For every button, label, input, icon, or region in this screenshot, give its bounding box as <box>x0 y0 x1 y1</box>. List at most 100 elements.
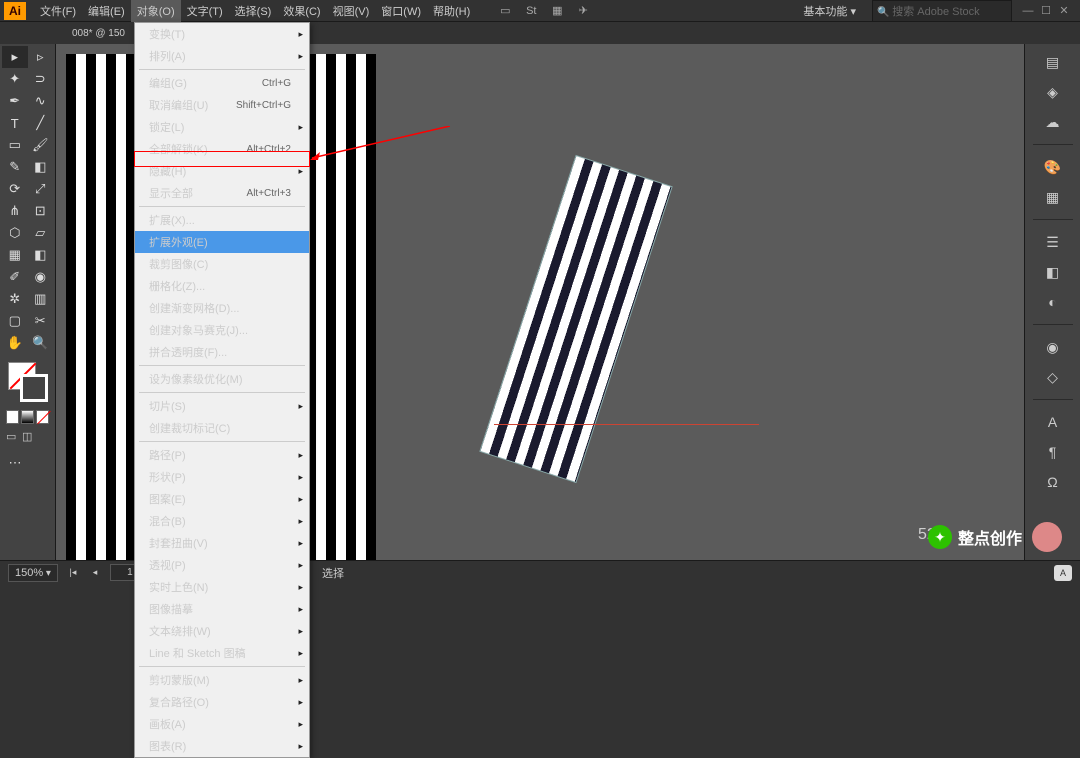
prev-artboard-button[interactable]: ◂ <box>88 566 102 580</box>
libraries-panel-icon[interactable]: ☁ <box>1039 110 1067 134</box>
menu-item-取消编组U[interactable]: 取消编组(U)Shift+Ctrl+G <box>135 94 309 116</box>
layers-panel-icon[interactable]: ◈ <box>1039 80 1067 104</box>
stroke-swatch[interactable] <box>20 374 48 402</box>
stroke-panel-icon[interactable]: ☰ <box>1039 230 1067 254</box>
menu-item-全部解锁K[interactable]: 全部解锁(K)Alt+Ctrl+2 <box>135 138 309 160</box>
artboard-tool[interactable]: ▢ <box>2 310 28 332</box>
screen-mode-full[interactable]: ◫ <box>22 430 36 444</box>
menu-对象[interactable]: 对象(O) <box>131 0 181 22</box>
first-artboard-button[interactable]: |◂ <box>66 566 80 580</box>
menu-item-拼合透明度F[interactable]: 拼合透明度(F)... <box>135 341 309 363</box>
menu-文件[interactable]: 文件(F) <box>34 0 82 22</box>
width-tool[interactable]: ⋔ <box>2 200 28 222</box>
gradient-mode-swatch[interactable] <box>21 410 34 424</box>
rotate-tool[interactable]: ⟳ <box>2 178 28 200</box>
line-tool[interactable]: ╱ <box>28 112 54 134</box>
close-button[interactable]: ✕ <box>1056 4 1072 18</box>
menu-item-隐藏H[interactable]: 隐藏(H) <box>135 160 309 182</box>
menu-item-排列A[interactable]: 排列(A) <box>135 45 309 67</box>
swatches-panel-icon[interactable]: ▦ <box>1039 185 1067 209</box>
glyphs-panel-icon[interactable]: ¶ <box>1039 440 1067 464</box>
menu-item-栅格化Z[interactable]: 栅格化(Z)... <box>135 275 309 297</box>
menu-item-锁定L[interactable]: 锁定(L) <box>135 116 309 138</box>
selected-object[interactable] <box>481 156 672 482</box>
type-panel-icon[interactable]: A <box>1039 410 1067 434</box>
slice-tool[interactable]: ✂ <box>28 310 54 332</box>
magic-wand-tool[interactable]: ✦ <box>2 68 28 90</box>
zoom-select[interactable]: 150% ▾ <box>8 564 58 582</box>
arrange-icon[interactable]: ▦ <box>548 2 566 20</box>
paintbrush-tool[interactable]: 🖌 <box>28 134 54 156</box>
type-tool[interactable]: T <box>2 112 28 134</box>
color-mode-swatch[interactable] <box>6 410 19 424</box>
menu-item-切片S[interactable]: 切片(S) <box>135 395 309 417</box>
menu-文字[interactable]: 文字(T) <box>181 0 229 22</box>
shaper-tool[interactable]: ✎ <box>2 156 28 178</box>
selection-tool[interactable]: ▸ <box>2 46 28 68</box>
opentype-panel-icon[interactable]: Ω <box>1039 470 1067 494</box>
menu-item-剪切蒙版M[interactable]: 剪切蒙版(M) <box>135 669 309 691</box>
color-picker[interactable] <box>2 358 53 408</box>
artboard-nav-badge[interactable]: A <box>1054 565 1072 581</box>
maximize-button[interactable]: ☐ <box>1038 4 1054 18</box>
hand-tool[interactable]: ✋ <box>2 332 28 354</box>
appearance-panel-icon[interactable]: ◉ <box>1039 335 1067 359</box>
transparency-panel-icon[interactable]: ◐ <box>1039 290 1067 314</box>
properties-panel-icon[interactable]: ▤ <box>1039 50 1067 74</box>
graph-tool[interactable]: ▥ <box>28 288 54 310</box>
menu-窗口[interactable]: 窗口(W) <box>375 0 427 22</box>
eraser-tool[interactable]: ◧ <box>28 156 54 178</box>
workspace-switcher[interactable]: 基本功能 ▾ <box>795 1 864 21</box>
stock-icon[interactable]: St <box>522 2 540 20</box>
symbol-sprayer-tool[interactable]: ✲ <box>2 288 28 310</box>
eyedropper-tool[interactable]: ✐ <box>2 266 28 288</box>
menu-item-图案E[interactable]: 图案(E) <box>135 488 309 510</box>
menu-item-复合路径O[interactable]: 复合路径(O) <box>135 691 309 713</box>
menu-选择[interactable]: 选择(S) <box>229 0 278 22</box>
rectangle-tool[interactable]: ▭ <box>2 134 28 156</box>
menu-item-封套扭曲V[interactable]: 封套扭曲(V) <box>135 532 309 554</box>
edit-toolbar[interactable]: ⋯ <box>2 452 28 474</box>
free-transform-tool[interactable]: ⊡ <box>28 200 54 222</box>
zoom-tool[interactable]: 🔍 <box>28 332 54 354</box>
menu-item-图像描摹[interactable]: 图像描摹 <box>135 598 309 620</box>
gpu-icon[interactable]: ✈ <box>574 2 592 20</box>
none-mode-swatch[interactable] <box>36 410 49 424</box>
menu-item-变换T[interactable]: 变换(T) <box>135 23 309 45</box>
menu-item-扩展外观E[interactable]: 扩展外观(E) <box>135 231 309 253</box>
gradient-tool[interactable]: ◧ <box>28 244 54 266</box>
graphic-styles-panel-icon[interactable]: ◇ <box>1039 365 1067 389</box>
mesh-tool[interactable]: ▦ <box>2 244 28 266</box>
blend-tool[interactable]: ◉ <box>28 266 54 288</box>
search-input[interactable]: 🔍 搜索 Adobe Stock <box>872 0 1012 22</box>
shape-builder-tool[interactable]: ⬡ <box>2 222 28 244</box>
menu-视图[interactable]: 视图(V) <box>327 0 376 22</box>
pen-tool[interactable]: ✒ <box>2 90 28 112</box>
perspective-tool[interactable]: ▱ <box>28 222 54 244</box>
menu-item-路径P[interactable]: 路径(P) <box>135 444 309 466</box>
curvature-tool[interactable]: ∿ <box>28 90 54 112</box>
bridge-icon[interactable]: ▭ <box>496 2 514 20</box>
gradient-panel-icon[interactable]: ◧ <box>1039 260 1067 284</box>
direct-selection-tool[interactable]: ▹ <box>28 46 54 68</box>
scale-tool[interactable]: ⤢ <box>28 178 54 200</box>
menu-item-设为像素级优化M[interactable]: 设为像素级优化(M) <box>135 368 309 390</box>
menu-item-Line 和 Sketch 图稿[interactable]: Line 和 Sketch 图稿 <box>135 642 309 664</box>
lasso-tool[interactable]: ⊃ <box>28 68 54 90</box>
menu-item-创建裁切标记C[interactable]: 创建裁切标记(C) <box>135 417 309 439</box>
menu-item-画板A[interactable]: 画板(A) <box>135 713 309 735</box>
minimize-button[interactable]: — <box>1020 4 1036 18</box>
menu-item-混合B[interactable]: 混合(B) <box>135 510 309 532</box>
menu-item-创建渐变网格D[interactable]: 创建渐变网格(D)... <box>135 297 309 319</box>
menu-编辑[interactable]: 编辑(E) <box>82 0 131 22</box>
menu-item-图表R[interactable]: 图表(R) <box>135 735 309 757</box>
screen-mode-normal[interactable]: ▭ <box>6 430 20 444</box>
menu-帮助[interactable]: 帮助(H) <box>427 0 476 22</box>
menu-item-实时上色N[interactable]: 实时上色(N) <box>135 576 309 598</box>
color-panel-icon[interactable]: 🎨 <box>1039 155 1067 179</box>
menu-item-形状P[interactable]: 形状(P) <box>135 466 309 488</box>
menu-item-文本绕排W[interactable]: 文本绕排(W) <box>135 620 309 642</box>
document-tab[interactable]: 008* @ 150 <box>60 25 137 42</box>
menu-效果[interactable]: 效果(C) <box>277 0 326 22</box>
menu-item-透视P[interactable]: 透视(P) <box>135 554 309 576</box>
